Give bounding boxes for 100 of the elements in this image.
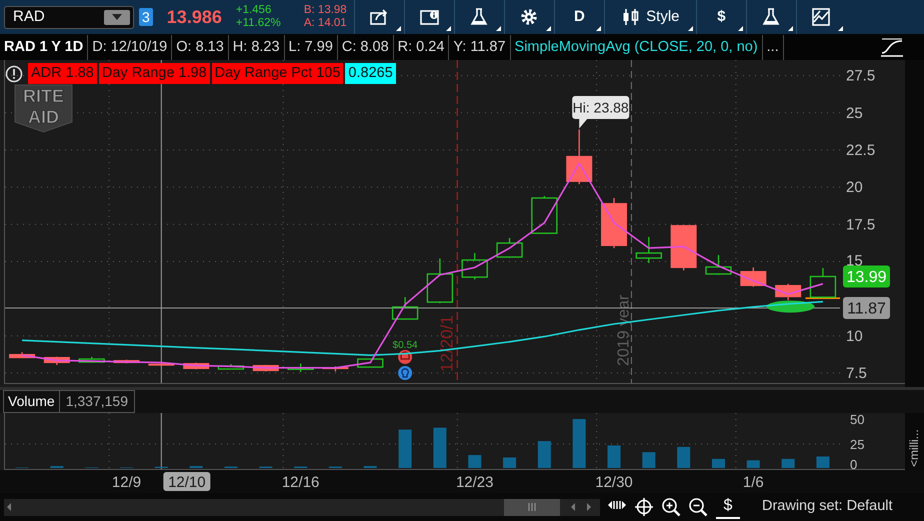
candlestick (531, 196, 558, 234)
scroll-right-icon[interactable] (584, 502, 594, 512)
candlestick (705, 255, 732, 275)
candlestick (566, 129, 592, 184)
scroll-thumb[interactable] (504, 498, 560, 516)
crosshair-date-label: 12/10 (163, 472, 210, 491)
share-icon (369, 7, 390, 27)
corner-icon (396, 26, 401, 31)
axis-label: 17.5 (846, 216, 876, 234)
crosshair-icon[interactable] (634, 497, 654, 517)
volume-bar (608, 445, 621, 468)
candlestick (322, 366, 348, 372)
scrollbar[interactable] (4, 498, 600, 516)
candlestick (392, 297, 418, 320)
candlestick (114, 360, 140, 364)
candlestick (775, 284, 802, 300)
volume-bar (538, 441, 551, 468)
drawing-set-label[interactable]: Drawing set: Default (762, 496, 893, 518)
volume-bar (468, 455, 482, 468)
study-label: 0.8265 (345, 63, 396, 84)
drawing-tools-icon (811, 7, 832, 27)
volume-bar (398, 430, 412, 468)
candlestick (9, 352, 36, 359)
pane-title: Volume (3, 390, 60, 413)
flask-icon (469, 7, 490, 27)
candlestick (357, 358, 384, 368)
zoom-out-icon[interactable] (688, 497, 708, 517)
candlestick (218, 364, 244, 370)
candlestick (426, 258, 454, 304)
dividend-label: $0.54 (392, 340, 418, 351)
volume-bar (503, 457, 516, 468)
corner-icon (546, 26, 551, 31)
axis-label: 10 (846, 328, 863, 345)
date-marker-label: 12/20/1 (437, 315, 456, 372)
dropdown-button[interactable] (104, 10, 130, 24)
axis-label: 50 (850, 413, 864, 427)
axis-label: 0 (850, 457, 858, 470)
candlestick (496, 238, 523, 258)
axis-label: 12/23 (456, 474, 494, 491)
price-field: L: 7.99 (284, 34, 338, 60)
corner-icon (446, 26, 451, 31)
dividend-icon[interactable] (398, 350, 412, 364)
axis-label: 20 (846, 179, 863, 196)
price-field: D: 12/10/19 (88, 34, 172, 60)
study-label: Day Range 1.98 (98, 63, 210, 84)
volume-bar (677, 446, 690, 468)
price-field: C: 8.08 (338, 34, 394, 60)
chart-title: RAD 1 Y 1D (0, 34, 88, 60)
volume-bar (816, 456, 830, 468)
candlestick (601, 198, 628, 248)
study-label: Day Range Pct 105 (212, 63, 344, 84)
bid-price: B: 13.98 (304, 4, 348, 17)
volume-bar (782, 458, 795, 468)
axis-label: 27.5 (846, 68, 876, 85)
grip-icon (527, 503, 537, 511)
axis-label: 25 (850, 437, 864, 452)
corner-icon (838, 26, 843, 31)
price-field: O: 8.13 (172, 34, 229, 60)
price-line (806, 297, 840, 300)
volume-bar (712, 458, 725, 468)
axis-label: 12/16 (282, 474, 320, 491)
flask-icon (761, 7, 782, 27)
volume-bar (642, 452, 656, 468)
axis-label: 25 (846, 104, 863, 122)
dollar-button[interactable]: $ (716, 495, 740, 519)
more-studies[interactable]: ... (762, 34, 784, 60)
axis-label: 12/30 (595, 474, 633, 491)
highlight-ellipse (766, 300, 815, 313)
corner-icon (688, 26, 693, 31)
study-name[interactable]: SimpleMovingAvg (CLOSE, 20, 0, no) (510, 34, 763, 60)
link-badge[interactable]: 3 (139, 8, 153, 26)
percent-change: +11.62% (236, 17, 282, 30)
corner-icon (738, 26, 743, 31)
axis-label: 1/6 (742, 474, 764, 491)
high-callout: Hi: 23.88 (572, 96, 630, 128)
ask-price: A: 14.01 (304, 17, 348, 30)
zoom-in-icon[interactable] (661, 497, 681, 517)
corner-icon (496, 26, 501, 31)
price-field: R: 0.24 (394, 34, 450, 60)
gear-icon (519, 7, 540, 27)
last-price-label: 13.99 (843, 266, 890, 288)
axis-label: 22.5 (846, 142, 876, 159)
alert-icon[interactable] (5, 64, 23, 82)
candlestick (148, 362, 174, 366)
ref-line-label: 11.87 (847, 300, 886, 318)
candlestick (810, 268, 836, 298)
symbol-field[interactable]: RAD (4, 6, 134, 28)
candlestick (636, 236, 662, 263)
curve-icon[interactable] (878, 36, 904, 58)
lightbulb-icon[interactable] (398, 366, 412, 380)
axis-label: 7.5 (846, 365, 867, 382)
volume-bar (746, 460, 760, 468)
units-label: <milli... (907, 429, 921, 467)
corner-icon (596, 26, 601, 31)
study-label: ADR 1.88 (28, 63, 97, 84)
axis-label: 12/9 (112, 474, 142, 491)
last-price: 13.986 (166, 6, 222, 28)
corner-icon (788, 26, 793, 31)
candlestick (287, 364, 314, 372)
volume-value: 1,337,159 (60, 390, 135, 413)
